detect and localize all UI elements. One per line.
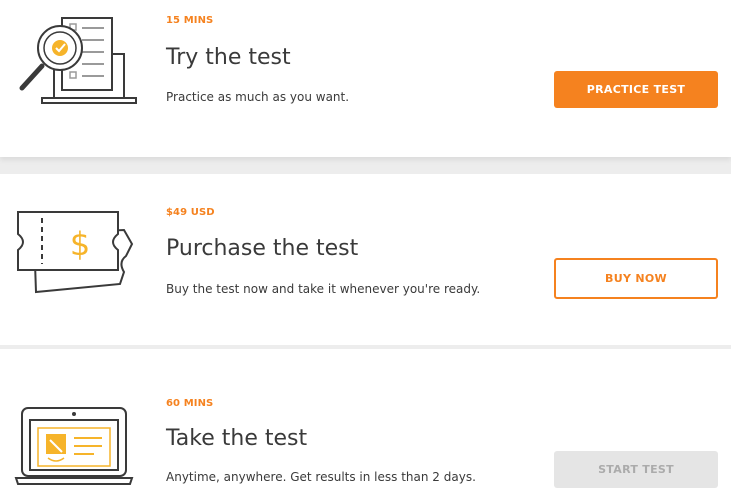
step-description: Practice as much as you want. xyxy=(166,90,350,104)
checklist-magnifier-icon xyxy=(19,17,137,104)
step-card-try: 15 MINS Try the test Practice as much as… xyxy=(0,0,731,157)
step-price: $49 USD xyxy=(166,207,215,218)
step-title: Take the test xyxy=(166,426,308,451)
step-description: Buy the test now and take it whenever yo… xyxy=(166,282,481,296)
start-test-button[interactable]: START TEST xyxy=(554,451,718,488)
step-card-purchase: $ $49 USD Purchase the test Buy the test… xyxy=(0,174,731,345)
svg-text:$: $ xyxy=(70,225,90,263)
step-duration: 15 MINS xyxy=(166,15,214,26)
step-duration: 60 MINS xyxy=(166,398,214,409)
step-title: Purchase the test xyxy=(166,236,359,261)
step-description: Anytime, anywhere. Get results in less t… xyxy=(166,470,476,484)
step-card-take: 60 MINS Take the test Anytime, anywhere.… xyxy=(0,349,731,500)
buy-now-button[interactable]: BUY NOW xyxy=(554,258,718,299)
ticket-dollar-icon: $ xyxy=(17,211,134,294)
laptop-certificate-icon xyxy=(14,407,134,485)
practice-test-button[interactable]: PRACTICE TEST xyxy=(554,71,718,108)
step-title: Try the test xyxy=(166,45,291,70)
